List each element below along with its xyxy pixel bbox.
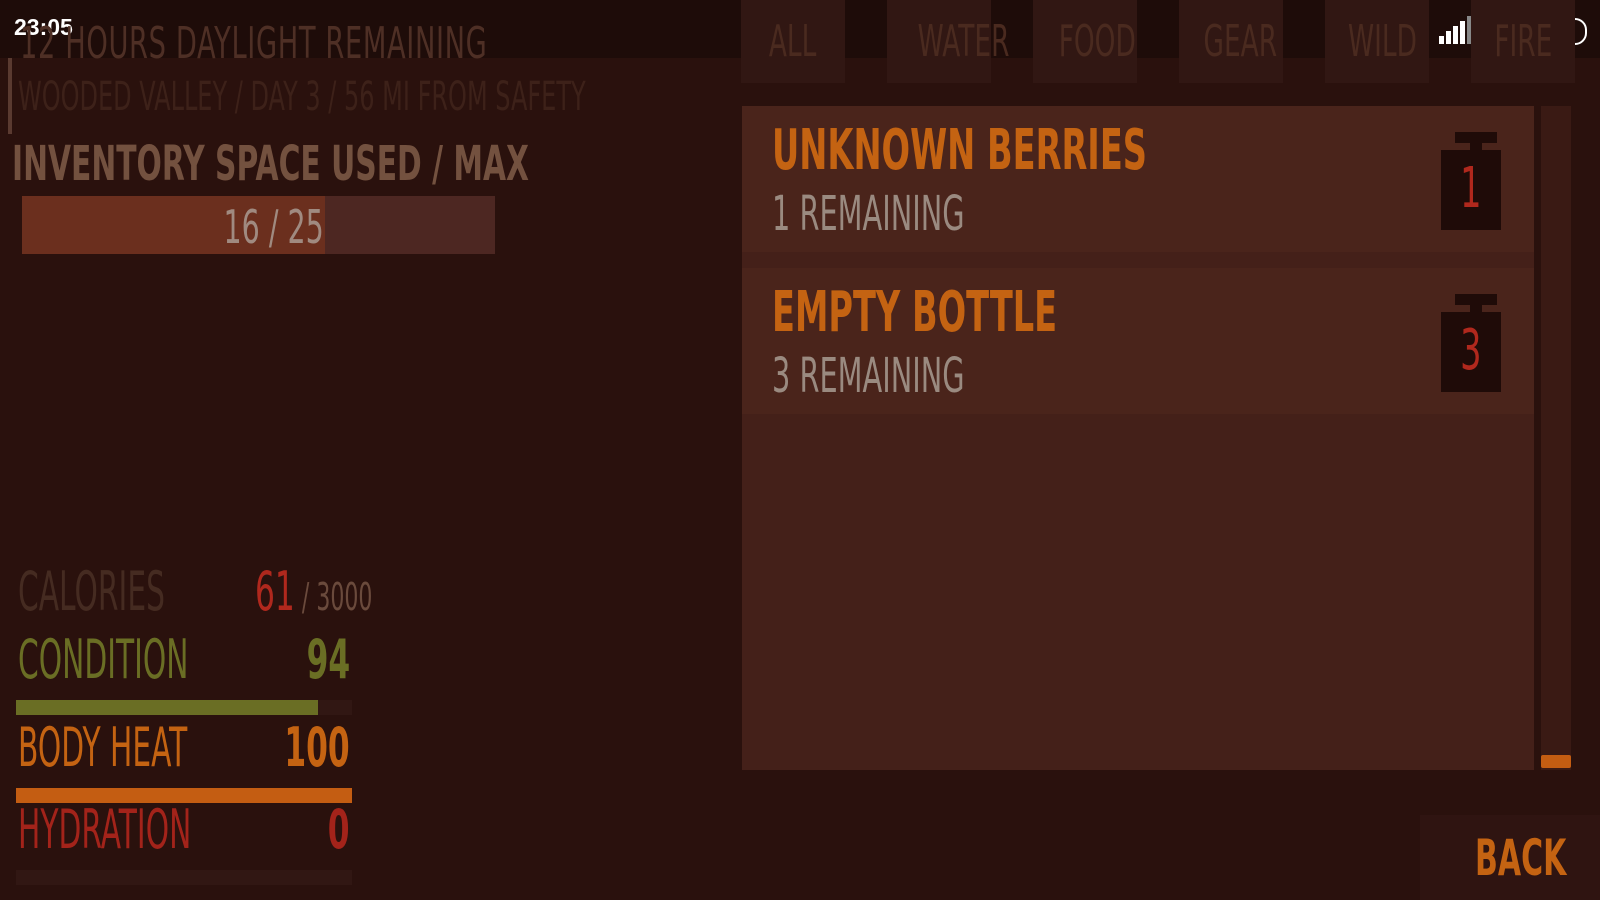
hydration-label: HYDRATION	[18, 798, 192, 861]
item-remaining: 3 REMAINING	[772, 348, 965, 404]
location-info: WOODED VALLEY / DAY 3 / 56 MI FROM SAFET…	[18, 74, 586, 120]
tab-all[interactable]: ALL	[741, 0, 845, 83]
back-label: BACK	[1475, 829, 1567, 887]
condition-value: 94	[200, 628, 350, 691]
tab-fire-label: FIRE	[1493, 16, 1552, 67]
tab-food-label: FOOD	[1058, 16, 1136, 67]
tab-water[interactable]: WATER	[887, 0, 1009, 83]
item-weight: 3	[1460, 318, 1482, 383]
calories-label: CALORIES	[18, 560, 165, 623]
hydration-value-text: 0	[328, 798, 350, 861]
condition-bar	[16, 700, 352, 715]
item-remaining: 1 REMAINING	[772, 186, 965, 242]
item-name: EMPTY BOTTLE	[772, 280, 1058, 345]
tab-wild-label: WILD	[1347, 16, 1417, 67]
hydration-bar	[16, 870, 352, 885]
tab-gear-label: GEAR	[1203, 16, 1278, 67]
inventory-title: INVENTORY SPACE USED / MAX	[12, 136, 529, 192]
list-item[interactable]: UNKNOWN BERRIES 1 REMAINING 1	[742, 106, 1534, 252]
header-marker	[8, 58, 12, 134]
daylight-remaining: 12 HOURS DAYLIGHT REMAINING	[20, 18, 488, 69]
inventory-space-text: 16 / 25	[223, 200, 324, 254]
calories-max: / 3000	[301, 575, 373, 619]
calories-value-group: 61 / 3000	[170, 560, 372, 623]
condition-value-text: 94	[306, 628, 350, 691]
inventory-space-bar: 16 / 25	[22, 196, 495, 254]
back-button[interactable]: BACK	[1420, 815, 1600, 900]
tab-all-label: ALL	[769, 16, 817, 67]
tab-fire[interactable]: FIRE	[1471, 0, 1575, 83]
scrollbar-thumb[interactable]	[1541, 755, 1571, 768]
tab-food[interactable]: FOOD	[1033, 0, 1137, 83]
item-weight: 1	[1460, 156, 1482, 221]
condition-fill	[16, 700, 318, 715]
body-heat-label: BODY HEAT	[18, 716, 188, 779]
list-item[interactable]: EMPTY BOTTLE 3 REMAINING 3	[742, 268, 1534, 414]
inventory-list[interactable]: UNKNOWN BERRIES 1 REMAINING 1 EMPTY BOTT…	[742, 106, 1534, 770]
condition-label: CONDITION	[18, 628, 189, 691]
signal-icon	[1439, 16, 1472, 44]
inventory-space-value: 16 / 25	[22, 200, 324, 254]
hydration-value: 0	[200, 798, 350, 861]
calories-value: 61	[255, 560, 295, 623]
body-heat-value-text: 100	[284, 716, 350, 779]
tab-gear[interactable]: GEAR	[1179, 0, 1283, 83]
tab-water-label: WATER	[917, 16, 1010, 67]
scrollbar-track[interactable]	[1541, 106, 1571, 770]
body-heat-value: 100	[200, 716, 350, 779]
item-name: UNKNOWN BERRIES	[772, 118, 1147, 183]
tab-wild[interactable]: WILD	[1325, 0, 1429, 83]
